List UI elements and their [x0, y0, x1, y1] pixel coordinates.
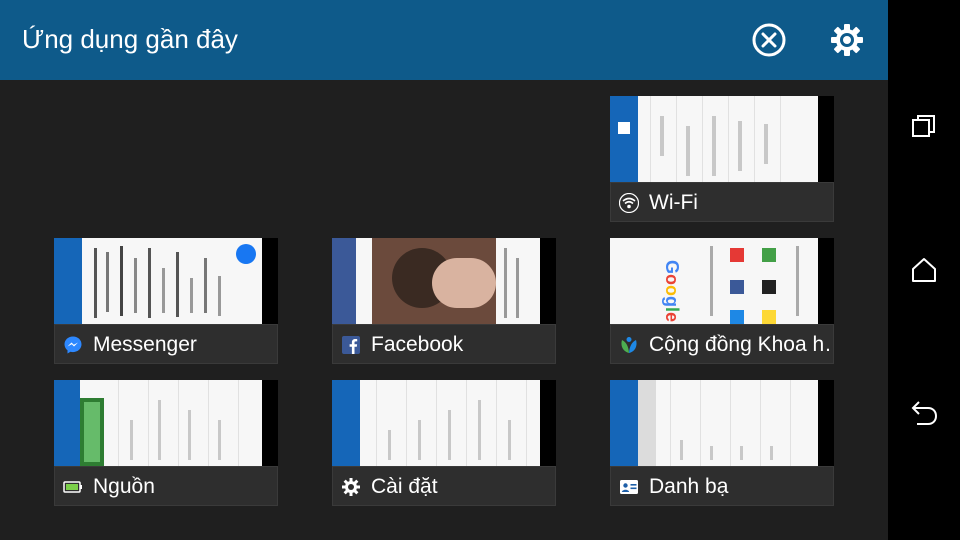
- page-title: Ứng dụng gần đây: [22, 24, 238, 54]
- recent-app-community[interactable]: Google Cộng đồng Khoa h…: [610, 238, 834, 364]
- community-icon: [621, 337, 637, 353]
- header-bar: Ứng dụng gần đây: [0, 0, 888, 80]
- contacts-icon: [620, 480, 638, 494]
- close-circle-icon: [752, 23, 786, 57]
- app-label: Wi-Fi: [649, 191, 698, 214]
- app-label-bar: Messenger: [54, 324, 278, 364]
- wifi-icon: [619, 193, 639, 213]
- messenger-icon: [64, 336, 82, 354]
- app-label: Messenger: [93, 333, 197, 356]
- app-label-bar: Nguồn: [54, 466, 278, 506]
- app-label-bar: Wi-Fi: [610, 182, 834, 222]
- app-label-bar: Facebook: [332, 324, 556, 364]
- gear-icon: [831, 24, 863, 56]
- home-button[interactable]: [906, 252, 942, 288]
- back-icon: [911, 401, 938, 425]
- recent-app-settings[interactable]: Cài đặt: [332, 380, 556, 506]
- facebook-icon: [342, 336, 360, 354]
- home-icon: [912, 258, 936, 282]
- app-thumbnail: [332, 380, 556, 466]
- app-thumbnail: [54, 380, 278, 466]
- recent-app-contacts[interactable]: Danh bạ: [610, 380, 834, 506]
- app-thumbnail: [610, 96, 834, 182]
- app-label: Nguồn: [93, 475, 155, 498]
- back-button[interactable]: [906, 396, 942, 432]
- close-all-button[interactable]: [750, 21, 788, 59]
- app-label: Cộng đồng Khoa h…: [649, 333, 829, 356]
- recent-app-facebook[interactable]: Facebook: [332, 238, 556, 364]
- recent-app-power[interactable]: Nguồn: [54, 380, 278, 506]
- gear-icon: [342, 478, 360, 496]
- recents-button[interactable]: [906, 108, 942, 144]
- app-label: Danh bạ: [649, 475, 729, 498]
- battery-icon: [63, 481, 82, 493]
- app-thumbnail: [610, 380, 834, 466]
- app-thumbnail: Google: [610, 238, 834, 324]
- app-thumbnail: [332, 238, 556, 324]
- recent-apps-screen: Ứng dụng gần đây Wi-Fi Messenger Faceboo…: [0, 0, 888, 540]
- app-label: Cài đặt: [371, 475, 438, 498]
- app-thumbnail: [54, 238, 278, 324]
- app-label: Facebook: [371, 333, 464, 356]
- app-label-bar: Danh bạ: [610, 466, 834, 506]
- app-label-bar: Cài đặt: [332, 466, 556, 506]
- recent-app-messenger[interactable]: Messenger: [54, 238, 278, 364]
- recents-icon: [912, 115, 935, 137]
- app-label-bar: Cộng đồng Khoa h…: [610, 324, 834, 364]
- recent-app-wifi[interactable]: Wi-Fi: [610, 96, 834, 222]
- settings-button[interactable]: [828, 21, 866, 59]
- navigation-bar: [888, 0, 960, 540]
